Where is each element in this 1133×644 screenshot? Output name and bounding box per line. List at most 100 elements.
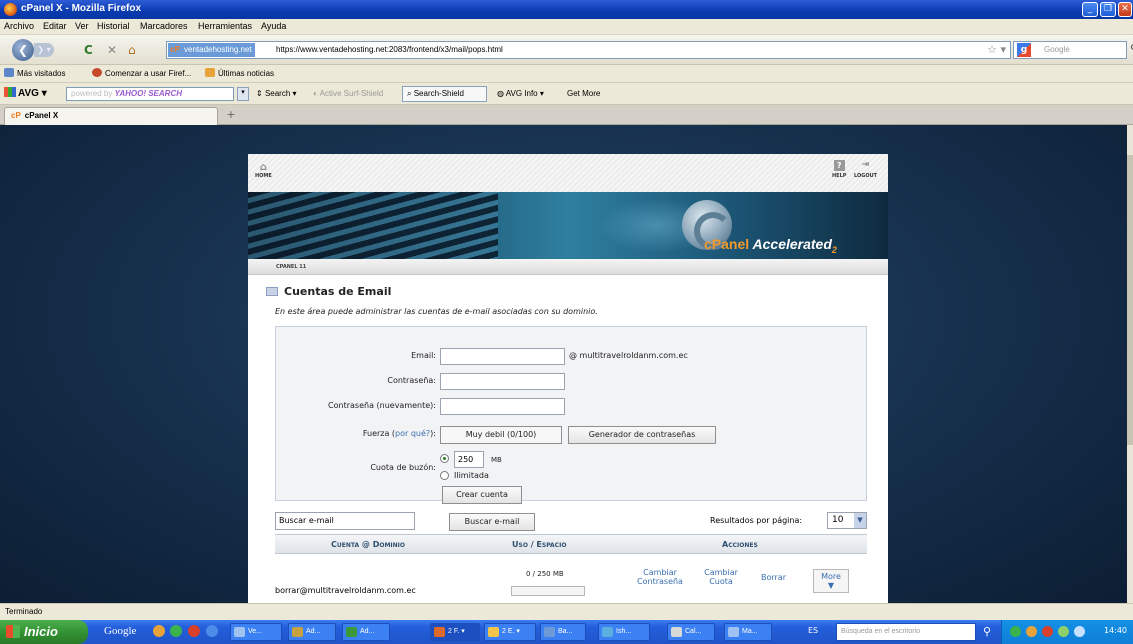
search-box[interactable]: g Google ⚲ xyxy=(1013,41,1133,59)
minimize-button[interactable]: _ xyxy=(1082,2,1098,17)
bookmark-star-icon[interactable]: ☆ ▾ xyxy=(987,43,1006,56)
scrollbar-thumb[interactable] xyxy=(1127,155,1133,445)
cpanel-tab-icon: cP xyxy=(11,111,21,120)
network-icon[interactable] xyxy=(1074,626,1085,637)
menu-marcadores[interactable]: Marcadores xyxy=(140,21,188,31)
reload-icon[interactable]: C xyxy=(84,43,93,57)
bookmark-latest-news[interactable]: Últimas noticias xyxy=(205,68,274,78)
email-search-button[interactable]: Buscar e-mail xyxy=(449,513,535,531)
change-quota-link[interactable]: Cambiar Cuota xyxy=(701,568,741,586)
menu-historial[interactable]: Historial xyxy=(97,21,130,31)
calculator-icon xyxy=(671,627,682,637)
taskbar-button-6[interactable]: Ba... xyxy=(540,623,586,641)
delete-link[interactable]: Borrar xyxy=(761,573,786,582)
taskbar-button-7[interactable]: Ish... xyxy=(598,623,650,641)
restore-button[interactable]: ❐ xyxy=(1100,2,1116,17)
page-description: En este área puede administrar las cuent… xyxy=(275,307,598,316)
password-again-field[interactable] xyxy=(440,398,565,415)
taskbar-button-2[interactable]: Ad... xyxy=(288,623,336,641)
home-link[interactable]: ⌂ HOME xyxy=(255,162,272,179)
firefox-icon xyxy=(4,3,17,16)
chevron-down-icon[interactable]: ▼ xyxy=(854,513,866,528)
navigation-toolbar: ❮ ❯ ▾ C ✕ ⌂ ventadehosting.net https://w… xyxy=(0,35,1133,65)
logout-link[interactable]: ⇥ LOGOUT xyxy=(854,160,877,179)
email-search-input[interactable]: Buscar e-mail xyxy=(275,512,415,530)
taskbar-button-8[interactable]: Cal... xyxy=(667,623,715,641)
google-deskbar-label[interactable]: Google xyxy=(104,625,136,637)
forward-button[interactable]: ❯ ▾ xyxy=(34,43,54,57)
firefox-taskbar-icon xyxy=(434,627,445,637)
firefox-bookmark-icon xyxy=(92,68,102,77)
url-text[interactable]: https://www.ventadehosting.net:2083/fron… xyxy=(276,45,503,54)
tab-cpanel[interactable]: cP cPanel X xyxy=(4,107,218,125)
strength-label: Fuerza (por qué?): xyxy=(362,429,436,438)
table-row: borrar@multitravelroldanm.com.ec 0 / 250… xyxy=(275,554,867,603)
menu-bar: Archivo Editar Ver Historial Marcadores … xyxy=(0,19,1133,35)
password-generator-button[interactable]: Generador de contraseñas xyxy=(568,426,716,444)
menu-archivo[interactable]: Archivo xyxy=(4,21,34,31)
desktop-search-icon[interactable]: ⚲ xyxy=(983,625,991,638)
quicklaunch-icon-2[interactable] xyxy=(170,625,182,637)
more-button[interactable]: More ▼ xyxy=(813,569,849,593)
avg-info-button[interactable]: ◍ AVG Info ▾ xyxy=(497,89,544,98)
active-surf-shield[interactable]: ◐ Active Surf-Shield xyxy=(313,89,383,98)
tray-icon-3[interactable] xyxy=(1042,626,1053,637)
avg-search-input[interactable]: powered by YAHOO! SEARCH xyxy=(66,87,234,101)
home-icon[interactable]: ⌂ xyxy=(128,43,136,57)
avg-search-dropdown[interactable]: ▾ xyxy=(237,87,249,101)
tray-icon-4[interactable] xyxy=(1058,626,1069,637)
quota-label: Cuota de buzón: xyxy=(370,463,436,472)
why-strength-link[interactable]: por qué? xyxy=(395,429,430,438)
breadcrumb-cpanel[interactable]: CPANEL 11 xyxy=(276,264,306,270)
password-field[interactable] xyxy=(440,373,565,390)
banner-cables-image xyxy=(248,192,498,259)
avg-search-button[interactable]: ⇕ Search ▾ xyxy=(256,89,297,98)
back-button[interactable]: ❮ xyxy=(12,39,34,61)
taskbar-button-4[interactable]: 2 F. ▾ xyxy=(430,623,480,641)
stop-icon[interactable]: ✕ xyxy=(107,43,117,57)
bookmark-most-visited[interactable]: Más visitados xyxy=(4,68,65,78)
help-link[interactable]: ? HELP xyxy=(832,160,846,179)
column-usage[interactable]: Uso / Espacio xyxy=(512,540,566,549)
taskbar-button-5[interactable]: 2 E. ▾ xyxy=(484,623,536,641)
vertical-scrollbar[interactable] xyxy=(1127,125,1133,603)
quota-input[interactable]: 250 xyxy=(454,451,484,468)
taskbar-button-1[interactable]: Ve... xyxy=(230,623,282,641)
url-bar[interactable]: ventadehosting.net https://www.ventadeho… xyxy=(166,41,1011,59)
bookmark-getting-started[interactable]: Comenzar a usar Firef... xyxy=(92,68,191,78)
taskbar-button-9[interactable]: Ma... xyxy=(724,623,772,641)
google-icon[interactable]: g xyxy=(1017,43,1031,57)
quicklaunch-icon-3[interactable] xyxy=(188,625,200,637)
get-more-button[interactable]: Get More xyxy=(567,89,600,98)
menu-herramientas[interactable]: Herramientas xyxy=(198,21,252,31)
site-identity-badge[interactable]: ventadehosting.net xyxy=(168,43,255,57)
menu-ayuda[interactable]: Ayuda xyxy=(261,21,286,31)
column-account[interactable]: Cuenta @ Dominio xyxy=(331,540,405,549)
desktop-search-input[interactable]: Búsqueda en el escritorio xyxy=(836,623,976,641)
page-viewport: ⌂ HOME ? HELP ⇥ LOGOUT cPanel Accelerated2 … xyxy=(0,125,1127,603)
quicklaunch-icon-4[interactable] xyxy=(206,625,218,637)
menu-ver[interactable]: Ver xyxy=(75,21,89,31)
change-password-link[interactable]: Cambiar Contraseña xyxy=(635,568,685,586)
windows-taskbar: Inicio Google Ve... Ad... Ad... 2 F. ▾ 2… xyxy=(0,620,1133,644)
help-icon: ? xyxy=(833,160,845,171)
results-per-page-select[interactable]: 10 ▼ xyxy=(827,512,867,529)
menu-editar[interactable]: Editar xyxy=(43,21,67,31)
start-button[interactable]: Inicio xyxy=(0,620,88,644)
tray-icon-1[interactable] xyxy=(1010,626,1021,637)
email-field[interactable] xyxy=(440,348,565,365)
search-shield-button[interactable]: ⌕ Search-Shield xyxy=(407,89,464,99)
rss-icon xyxy=(205,68,215,77)
quota-limited-radio[interactable] xyxy=(440,454,449,463)
avg-logo[interactable]: AVG ▾ xyxy=(4,87,47,99)
quicklaunch-icon-1[interactable] xyxy=(153,625,165,637)
quota-unlimited-radio[interactable] xyxy=(440,471,449,480)
close-button[interactable]: ✕ xyxy=(1118,2,1132,17)
new-tab-button[interactable]: + xyxy=(224,108,238,122)
breadcrumb: CPANEL 11 xyxy=(248,259,888,275)
language-indicator[interactable]: ES xyxy=(808,626,818,635)
tray-icon-2[interactable] xyxy=(1026,626,1037,637)
create-account-button[interactable]: Crear cuenta xyxy=(442,486,522,504)
taskbar-button-3[interactable]: Ad... xyxy=(342,623,390,641)
clock[interactable]: 14:40 xyxy=(1104,626,1127,635)
